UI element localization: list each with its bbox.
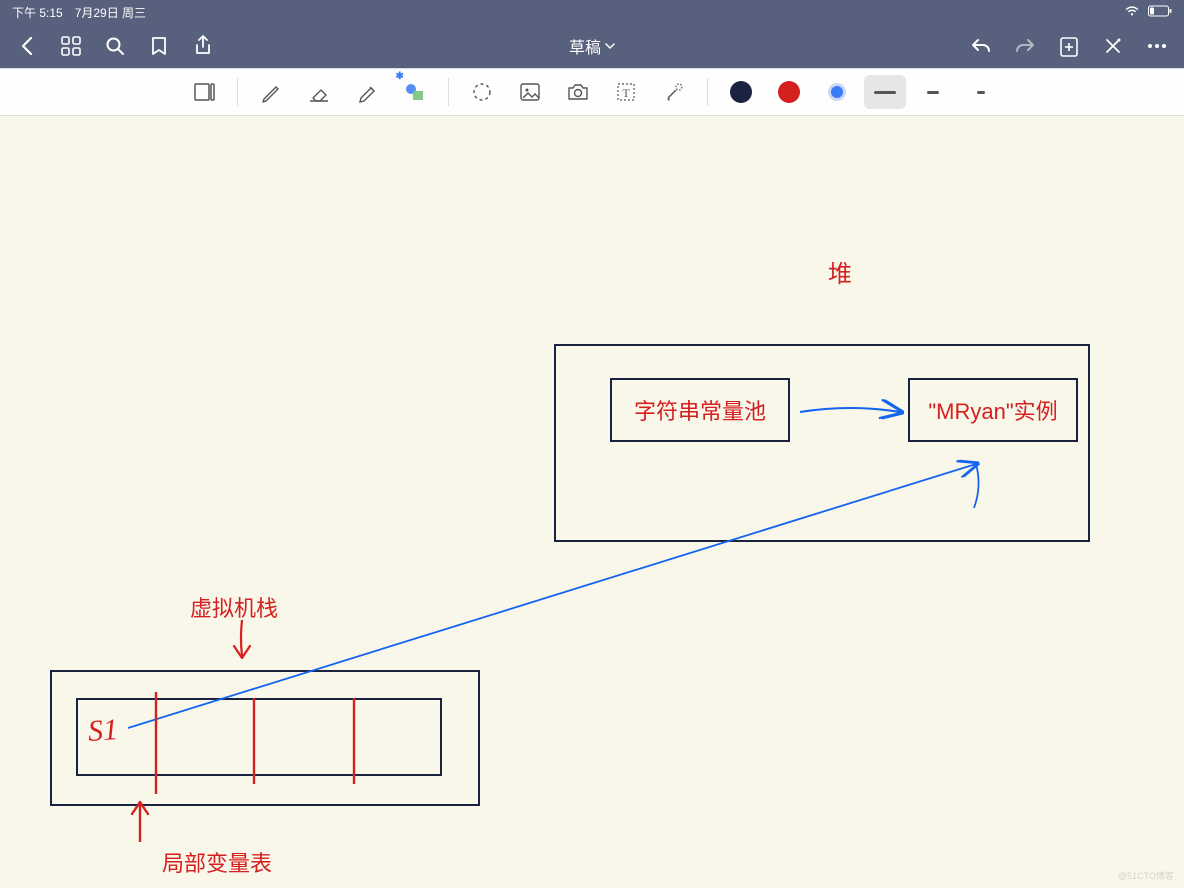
local-var-box — [76, 698, 442, 776]
eraser-icon[interactable] — [298, 75, 340, 109]
heap-label: 堆 — [828, 254, 852, 289]
chevron-down-icon — [605, 42, 615, 50]
redo-icon[interactable] — [1014, 35, 1036, 57]
page-view-icon[interactable] — [183, 75, 225, 109]
shapes-icon[interactable]: ✱ — [394, 75, 436, 109]
add-page-icon[interactable] — [1058, 35, 1080, 57]
instance-text: "MRyan"实例 — [928, 394, 1057, 426]
string-pool-box: 字符串常量池 — [610, 378, 790, 442]
status-date: 7月29日 周三 — [75, 4, 146, 21]
text-icon[interactable]: T — [605, 75, 647, 109]
title-bar: 草稿 — [0, 24, 1184, 68]
pointer-icon[interactable] — [653, 75, 695, 109]
stroke-small[interactable] — [912, 75, 954, 109]
heap-box — [554, 344, 1090, 542]
svg-text:T: T — [622, 86, 630, 100]
color-blue[interactable] — [816, 75, 858, 109]
watermark: @51CTO博客 — [1118, 869, 1174, 882]
lasso-icon[interactable] — [461, 75, 503, 109]
status-time: 下午 5:15 — [12, 4, 63, 21]
more-icon[interactable] — [1146, 35, 1168, 57]
grid-icon[interactable] — [60, 35, 82, 57]
color-navy[interactable] — [720, 75, 762, 109]
camera-icon[interactable] — [557, 75, 599, 109]
highlighter-icon[interactable] — [346, 75, 388, 109]
s1-text: S1 — [87, 713, 119, 749]
bookmark-icon[interactable] — [148, 35, 170, 57]
wifi-icon — [1124, 5, 1140, 20]
back-icon[interactable] — [16, 35, 38, 57]
canvas[interactable]: 堆 字符串常量池 "MRyan"实例 虚拟机栈 S1 局部变量表 — [0, 116, 1184, 888]
stack-label: 虚拟机栈 — [190, 591, 278, 623]
toolbar: ✱ T — [0, 68, 1184, 116]
close-draw-icon[interactable] — [1102, 35, 1124, 57]
share-icon[interactable] — [192, 35, 214, 57]
string-pool-text: 字符串常量池 — [634, 394, 766, 426]
instance-box: "MRyan"实例 — [908, 378, 1078, 442]
stroke-medium[interactable] — [864, 75, 906, 109]
local-var-label: 局部变量表 — [162, 846, 272, 878]
image-icon[interactable] — [509, 75, 551, 109]
undo-icon[interactable] — [970, 35, 992, 57]
document-title[interactable]: 草稿 — [569, 34, 615, 58]
stroke-tiny[interactable] — [960, 75, 1002, 109]
color-red[interactable] — [768, 75, 810, 109]
battery-icon — [1148, 5, 1172, 20]
status-bar: 下午 5:15 7月29日 周三 — [0, 0, 1184, 24]
search-icon[interactable] — [104, 35, 126, 57]
pen-icon[interactable] — [250, 75, 292, 109]
